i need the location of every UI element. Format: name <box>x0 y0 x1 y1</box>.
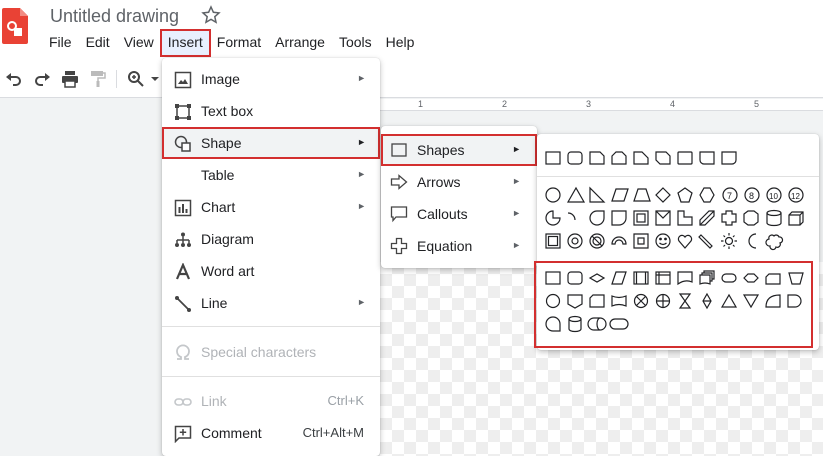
menu-arrange[interactable]: Arrange <box>268 30 332 56</box>
comment-add-icon <box>174 425 192 443</box>
shortcut-label: Ctrl+K <box>327 393 364 408</box>
toolbar-divider <box>116 70 117 88</box>
arrow-right-icon <box>390 174 408 190</box>
submenu-arrow-icon: ► <box>357 137 366 147</box>
insert-menu: Image ► Text box Shape ► Table ► Chart ► <box>162 58 380 456</box>
shapes-row-flowchart-2[interactable] <box>545 291 811 311</box>
star-icon[interactable] <box>201 5 221 25</box>
toolbar <box>0 60 823 98</box>
menu-item-label: Special characters <box>201 344 317 360</box>
menu-help[interactable]: Help <box>379 30 422 56</box>
header: Untitled drawing File Edit View Insert F… <box>0 0 823 60</box>
word-art-icon <box>175 263 191 280</box>
zoom-icon[interactable] <box>126 69 146 89</box>
plus-icon <box>390 237 408 255</box>
omega-icon <box>176 344 190 360</box>
menu-divider <box>162 376 380 377</box>
insert-table[interactable]: Table ► <box>162 159 380 191</box>
svg-text:7: 7 <box>727 191 732 201</box>
shapes-row-basic-1[interactable]: 7 8 10 12 <box>545 185 811 205</box>
menu-item-label: Comment <box>201 425 262 441</box>
menu-item-label: Link <box>201 393 227 409</box>
insert-chart[interactable]: Chart ► <box>162 191 380 223</box>
chevron-down-icon[interactable] <box>149 69 161 89</box>
insert-text-box[interactable]: Text box <box>162 95 380 127</box>
shape-submenu-shapes[interactable]: Shapes ► <box>381 134 537 166</box>
menu-item-label: Diagram <box>201 231 254 247</box>
shortcut-label: Ctrl+Alt+M <box>302 425 364 440</box>
submenu-arrow-icon: ► <box>512 208 521 218</box>
callout-icon <box>390 206 408 223</box>
svg-text:12: 12 <box>791 192 800 201</box>
submenu-item-label: Arrows <box>417 174 461 190</box>
ruler-tick: 5 <box>754 99 760 109</box>
submenu-arrow-icon: ► <box>357 73 366 83</box>
shapes-row-rectangles[interactable] <box>545 148 745 168</box>
menu-item-label: Table <box>201 167 235 183</box>
drawings-app-icon[interactable] <box>2 8 28 44</box>
insert-special-characters: Special characters <box>162 336 380 368</box>
shapes-row-flowchart-3[interactable] <box>545 314 641 334</box>
svg-text:8: 8 <box>749 191 754 201</box>
insert-diagram[interactable]: Diagram <box>162 223 380 255</box>
link-icon <box>174 398 192 406</box>
submenu-item-label: Shapes <box>417 142 465 158</box>
ruler-tick: 2 <box>502 99 508 109</box>
square-icon <box>391 143 407 157</box>
menu-item-label: Image <box>201 71 240 87</box>
menu-tools[interactable]: Tools <box>332 30 379 56</box>
insert-shape[interactable]: Shape ► <box>162 127 380 159</box>
shapes-row-flowchart-1[interactable] <box>545 268 811 288</box>
shape-submenu: Shapes ► Arrows ► Callouts ► Equation ► <box>381 126 537 268</box>
insert-line[interactable]: Line ► <box>162 287 380 319</box>
ruler-tick: 1 <box>418 99 424 109</box>
insert-word-art[interactable]: Word art <box>162 255 380 287</box>
undo-icon[interactable] <box>4 69 24 89</box>
menu-edit[interactable]: Edit <box>79 30 117 56</box>
menu-view[interactable]: View <box>117 30 161 56</box>
menu-format[interactable]: Format <box>210 30 268 56</box>
menu-divider <box>162 326 380 327</box>
paint-format-icon[interactable] <box>88 69 108 89</box>
menubar: File Edit View Insert Format Arrange Too… <box>42 29 422 57</box>
line-icon <box>175 296 191 312</box>
image-icon <box>174 71 192 89</box>
palette-divider <box>537 176 819 177</box>
redo-icon[interactable] <box>32 69 52 89</box>
insert-comment[interactable]: Comment Ctrl+Alt+M <box>162 417 380 449</box>
submenu-arrow-icon: ► <box>357 201 366 211</box>
shape-submenu-arrows[interactable]: Arrows ► <box>381 166 537 198</box>
submenu-arrow-icon: ► <box>512 240 521 250</box>
shapes-row-basic-2[interactable] <box>545 208 811 228</box>
menu-item-label: Chart <box>201 199 236 215</box>
svg-text:10: 10 <box>769 192 778 201</box>
diagram-icon <box>175 232 191 247</box>
menu-insert[interactable]: Insert <box>159 29 211 57</box>
ruler-tick: 4 <box>670 99 676 109</box>
menu-item-label: Shape <box>201 135 242 151</box>
insert-image[interactable]: Image ► <box>162 63 380 95</box>
shapes-row-basic-3[interactable] <box>545 231 811 251</box>
shape-submenu-callouts[interactable]: Callouts ► <box>381 198 537 230</box>
submenu-item-label: Callouts <box>417 206 468 222</box>
horizontal-ruler: 1 2 3 4 5 <box>380 99 823 111</box>
document-title[interactable]: Untitled drawing <box>50 6 179 27</box>
submenu-item-label: Equation <box>417 238 473 254</box>
insert-link: Link Ctrl+K <box>162 385 380 417</box>
print-icon[interactable] <box>60 69 80 89</box>
menu-item-label: Word art <box>201 263 255 279</box>
submenu-arrow-icon: ► <box>512 144 521 154</box>
shape-icon <box>174 135 191 152</box>
ruler-tick: 3 <box>586 99 592 109</box>
shape-submenu-equation[interactable]: Equation ► <box>381 230 537 262</box>
menu-file[interactable]: File <box>42 30 79 56</box>
shapes-palette: 7 8 10 12 <box>537 134 819 350</box>
submenu-arrow-icon: ► <box>357 169 366 179</box>
menu-item-label: Text box <box>201 103 254 119</box>
chart-icon <box>174 199 192 217</box>
text-box-icon <box>175 104 191 120</box>
menu-item-label: Line <box>201 295 228 311</box>
submenu-arrow-icon: ► <box>357 297 366 307</box>
submenu-arrow-icon: ► <box>512 176 521 186</box>
